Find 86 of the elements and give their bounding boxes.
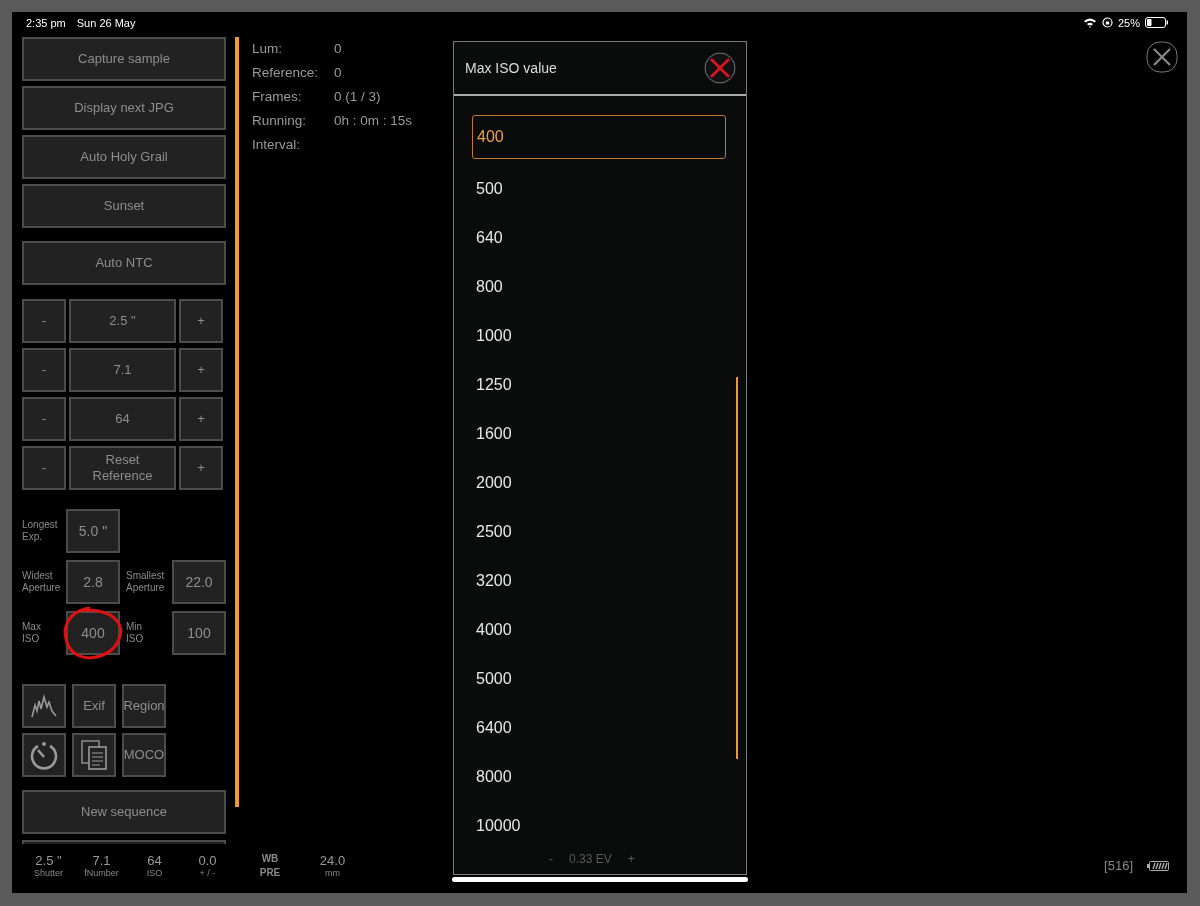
limit-label: Max ISO: [22, 620, 42, 646]
limit-value-button[interactable]: 22.0: [172, 560, 226, 605]
battery-icon: [1145, 17, 1168, 29]
info-value: 0 (1 / 3): [334, 89, 381, 105]
minus-button[interactable]: -: [22, 348, 66, 393]
ev-value: 0.33 EV: [569, 852, 612, 867]
timer-button[interactable]: [22, 733, 66, 778]
info-value: 0: [334, 41, 342, 57]
battery-icon: [1147, 860, 1169, 871]
limit-value-button[interactable]: 2.8: [66, 560, 120, 605]
plus-button[interactable]: +: [179, 446, 223, 491]
info-label: Frames:: [252, 89, 303, 105]
readout-label: Shutter: [34, 868, 63, 879]
status-date: Sun 26 May: [76, 16, 136, 29]
wb-value: PRE: [259, 867, 281, 879]
iso-option[interactable]: 1600: [472, 409, 726, 459]
tool-button[interactable]: Region: [122, 684, 166, 729]
tool-button[interactable]: MOCO: [122, 733, 166, 778]
limit-label: Smallest Aperture: [126, 569, 166, 595]
limit-value-button[interactable]: 100: [172, 611, 226, 656]
limit-value-button[interactable]: 5.0 ": [66, 509, 120, 554]
readout-label: fNumber: [84, 868, 119, 879]
wb-label: WB: [261, 853, 279, 865]
plus-button[interactable]: +: [179, 397, 223, 442]
readout-value: 2.5 ": [35, 853, 62, 869]
action-button[interactable]: Sunset: [22, 184, 226, 229]
info-label: Interval:: [252, 137, 302, 153]
readout-value: 0.0: [198, 853, 217, 869]
iso-option[interactable]: 1250: [472, 360, 726, 410]
wifi-icon: [1082, 17, 1097, 29]
limit-label: Min ISO: [126, 620, 145, 646]
histogram-icon: [30, 693, 58, 720]
action-button[interactable]: Auto Holy Grail: [22, 135, 226, 180]
minus-button[interactable]: -: [22, 446, 66, 491]
iso-option[interactable]: 10000: [472, 801, 726, 851]
iso-option[interactable]: 640: [472, 213, 726, 263]
plus-button[interactable]: +: [179, 299, 223, 344]
orientation-lock-icon: [1101, 17, 1113, 29]
status-time: 2:35 pm: [26, 16, 66, 29]
battery-percent: 25%: [1117, 16, 1140, 29]
iso-option[interactable]: 2500: [472, 507, 726, 557]
ev-plus: +: [627, 852, 635, 867]
iso-option[interactable]: 1000: [472, 311, 726, 361]
iso-option[interactable]: 800: [472, 262, 726, 312]
ev-minus: -: [549, 852, 553, 867]
auto-ntc-button[interactable]: Auto NTC: [22, 241, 226, 286]
histogram-button[interactable]: [22, 684, 66, 729]
iso-option[interactable]: 8000: [472, 752, 726, 802]
info-label: Reference:: [252, 65, 320, 81]
info-label: Running:: [252, 113, 308, 129]
value-button[interactable]: 7.1: [69, 348, 176, 393]
limit-label: Widest Aperture: [22, 569, 62, 595]
limit-label: Longest Exp.: [22, 518, 59, 544]
tool-button[interactable]: Exif: [72, 684, 116, 729]
info-label: Lum:: [252, 41, 283, 57]
timer-icon: [29, 740, 59, 771]
copy-button[interactable]: [72, 733, 116, 778]
new-sequence-button[interactable]: New sequence: [22, 790, 226, 835]
minus-button[interactable]: -: [22, 299, 66, 344]
iso-option[interactable]: 4000: [472, 605, 726, 655]
value-button[interactable]: Reset Reference: [69, 446, 176, 491]
info-value: 0h : 0m : 15s: [334, 113, 413, 129]
minus-button[interactable]: -: [22, 397, 66, 442]
action-button[interactable]: Capture sample: [22, 37, 226, 82]
value-button[interactable]: 64: [69, 397, 176, 442]
info-value: 0: [334, 65, 342, 81]
iso-option[interactable]: 500: [472, 164, 726, 214]
close-icon[interactable]: [704, 52, 736, 85]
iso-option[interactable]: 400: [472, 115, 726, 160]
action-button[interactable]: Display next JPG: [22, 86, 226, 131]
frame-counter: [516]: [1104, 858, 1133, 874]
focal-value: 24.0: [319, 853, 346, 869]
iso-option[interactable]: 6400: [472, 703, 726, 753]
readout-value: 64: [147, 853, 162, 869]
iso-option[interactable]: 3200: [472, 556, 726, 606]
dialog-title: Max ISO value: [465, 60, 557, 77]
readout-label: + / -: [199, 868, 216, 879]
readout-label: ISO: [146, 868, 163, 879]
iso-option[interactable]: 2000: [472, 458, 726, 508]
focal-unit: mm: [325, 868, 340, 879]
readout-value: 7.1: [92, 853, 111, 869]
value-button[interactable]: 2.5 ": [69, 299, 176, 344]
plus-button[interactable]: +: [179, 348, 223, 393]
close-icon[interactable]: [1146, 41, 1178, 74]
copy-icon: [80, 739, 108, 772]
iso-option[interactable]: 5000: [472, 654, 726, 704]
